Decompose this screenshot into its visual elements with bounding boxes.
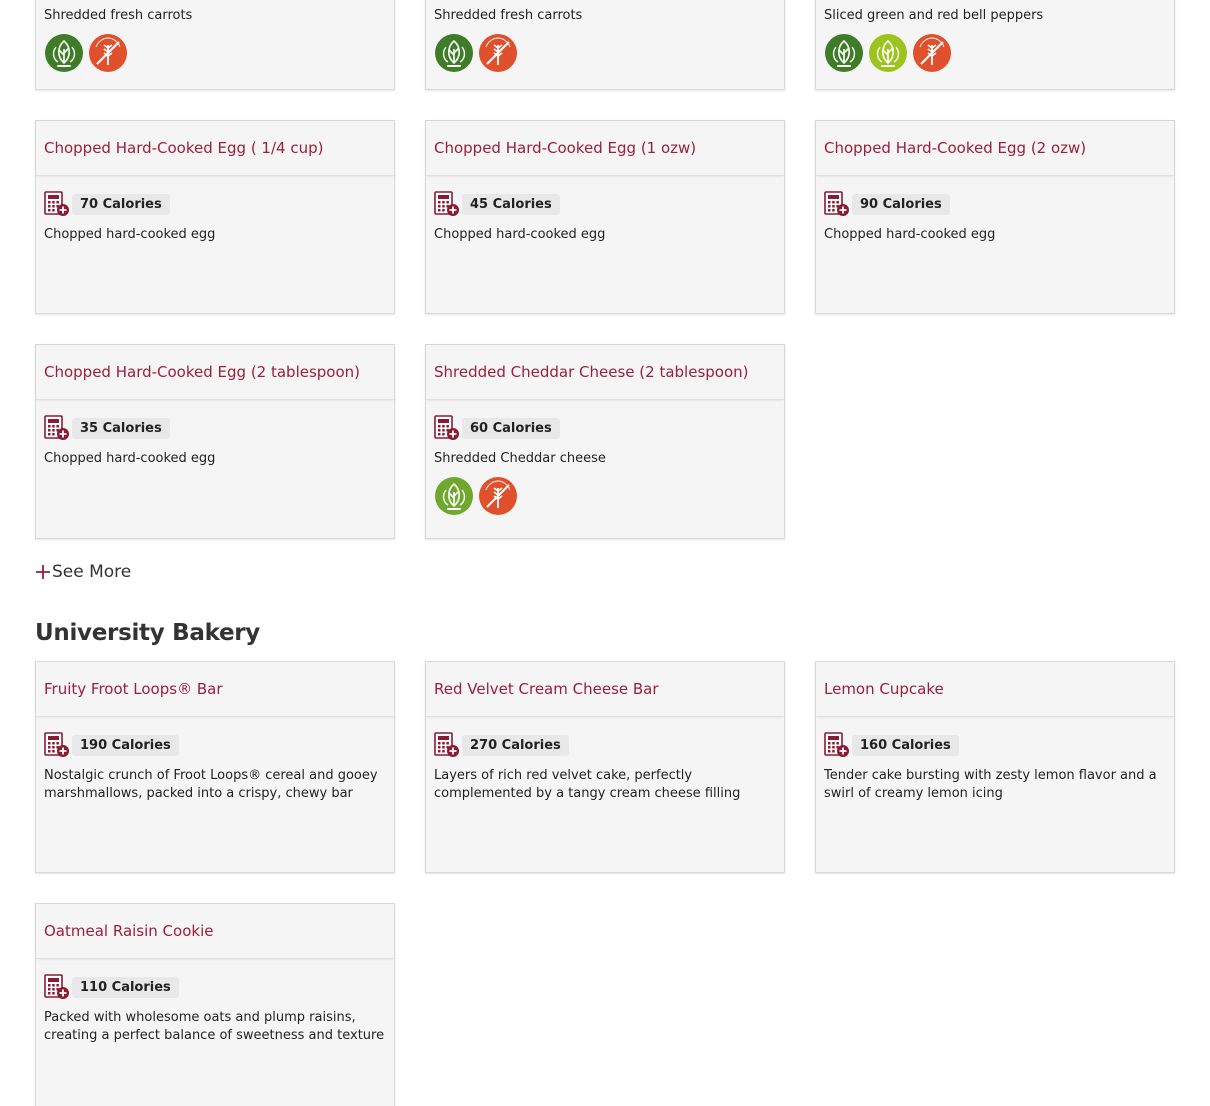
- card-header: Chopped Hard-Cooked Egg ( 1/4 cup): [36, 121, 394, 176]
- menu-item-card: Shredded fresh carrots: [35, 0, 395, 90]
- item-description: Packed with wholesome oats and plump rai…: [44, 1010, 385, 1043]
- card-header: Lemon Cupcake: [816, 662, 1174, 717]
- menu-item-card: Shredded Cheddar Cheese (2 tablespoon) 6…: [425, 344, 785, 539]
- menu-item-card: Oatmeal Raisin Cookie 110 Calories Packe…: [35, 903, 395, 1106]
- add-to-nutrition-calculator-icon[interactable]: [44, 191, 70, 217]
- vegan-icon: [825, 34, 863, 72]
- item-title-link[interactable]: Chopped Hard-Cooked Egg (2 ozw): [824, 139, 1166, 157]
- calories-badge: 110 Calories: [72, 976, 179, 998]
- no-gluten-icon: [478, 33, 518, 73]
- calories-badge: 160 Calories: [852, 734, 959, 756]
- calories-badge: 60 Calories: [462, 417, 560, 439]
- calories-row: 70 Calories: [44, 190, 386, 218]
- item-description: Chopped hard-cooked egg: [434, 227, 606, 242]
- dietary-badges: [44, 33, 386, 73]
- calories-badge: 190 Calories: [72, 734, 179, 756]
- menu-item-card: Lemon Cupcake 160 Calories Tender cake b…: [815, 661, 1175, 873]
- dietary-badges: [824, 33, 1166, 73]
- no-gluten-icon: [912, 33, 952, 73]
- dietary-badges: [434, 476, 776, 516]
- item-description: Shredded fresh carrots: [44, 8, 193, 23]
- vegan-icon: [435, 34, 473, 72]
- item-description: Chopped hard-cooked egg: [44, 227, 216, 242]
- calories-row: 90 Calories: [824, 190, 1166, 218]
- calories-row: 190 Calories: [44, 731, 386, 759]
- card-header: Red Velvet Cream Cheese Bar: [426, 662, 784, 717]
- calories-badge: 45 Calories: [462, 193, 560, 215]
- section-title: University Bakery: [35, 620, 261, 646]
- no-gluten-icon: [88, 33, 128, 73]
- item-title-link[interactable]: Fruity Froot Loops® Bar: [44, 680, 386, 698]
- item-description: Shredded Cheddar cheese: [434, 451, 606, 466]
- add-to-nutrition-calculator-icon[interactable]: [44, 732, 70, 758]
- menu-item-card: Chopped Hard-Cooked Egg (1 ozw) 45 Calor…: [425, 120, 785, 314]
- menu-item-card: Sliced green and red bell peppers: [815, 0, 1175, 90]
- add-to-nutrition-calculator-icon[interactable]: [434, 415, 460, 441]
- dietary-badges: [434, 33, 776, 73]
- calories-row: 160 Calories: [824, 731, 1166, 759]
- calories-badge: 270 Calories: [462, 734, 569, 756]
- add-to-nutrition-calculator-icon[interactable]: [44, 415, 70, 441]
- item-title-link[interactable]: Shredded Cheddar Cheese (2 tablespoon): [434, 363, 776, 381]
- menu-item-card: Chopped Hard-Cooked Egg (2 ozw) 90 Calor…: [815, 120, 1175, 314]
- item-description: Tender cake bursting with zesty lemon fl…: [824, 768, 1157, 801]
- item-title-link[interactable]: Chopped Hard-Cooked Egg (1 ozw): [434, 139, 776, 157]
- item-description: Chopped hard-cooked egg: [824, 227, 996, 242]
- item-title-link[interactable]: Red Velvet Cream Cheese Bar: [434, 680, 776, 698]
- no-gluten-icon: [478, 476, 518, 516]
- item-description: Chopped hard-cooked egg: [44, 451, 216, 466]
- calories-badge: 90 Calories: [852, 193, 950, 215]
- vegan-icon: [45, 34, 83, 72]
- menu-item-card: Chopped Hard-Cooked Egg ( 1/4 cup) 70 Ca…: [35, 120, 395, 314]
- item-title-link[interactable]: Chopped Hard-Cooked Egg ( 1/4 cup): [44, 139, 386, 157]
- item-title-link[interactable]: Chopped Hard-Cooked Egg (2 tablespoon): [44, 363, 386, 381]
- item-description: Shredded fresh carrots: [434, 8, 583, 23]
- item-title-link[interactable]: Oatmeal Raisin Cookie: [44, 922, 386, 940]
- see-more-button[interactable]: See More: [35, 562, 131, 582]
- see-more-label: See More: [52, 562, 132, 582]
- calories-row: 35 Calories: [44, 414, 386, 442]
- plant-forward-icon: [869, 34, 907, 72]
- calories-row: 45 Calories: [434, 190, 776, 218]
- card-header: Chopped Hard-Cooked Egg (1 ozw): [426, 121, 784, 176]
- item-description: Layers of rich red velvet cake, perfectl…: [434, 768, 741, 801]
- card-header: Chopped Hard-Cooked Egg (2 tablespoon): [36, 345, 394, 400]
- calories-row: 110 Calories: [44, 973, 386, 1001]
- calories-row: 270 Calories: [434, 731, 776, 759]
- add-to-nutrition-calculator-icon[interactable]: [824, 732, 850, 758]
- item-description: Nostalgic crunch of Froot Loops® cereal …: [44, 768, 378, 801]
- item-description: Sliced green and red bell peppers: [824, 8, 1044, 23]
- menu-item-card: Chopped Hard-Cooked Egg (2 tablespoon) 3…: [35, 344, 395, 539]
- add-to-nutrition-calculator-icon[interactable]: [824, 191, 850, 217]
- calories-badge: 70 Calories: [72, 193, 170, 215]
- add-to-nutrition-calculator-icon[interactable]: [434, 732, 460, 758]
- card-header: Oatmeal Raisin Cookie: [36, 904, 394, 959]
- menu-item-card: Fruity Froot Loops® Bar 190 Calories Nos…: [35, 661, 395, 873]
- card-header: Chopped Hard-Cooked Egg (2 ozw): [816, 121, 1174, 176]
- card-header: Fruity Froot Loops® Bar: [36, 662, 394, 717]
- add-to-nutrition-calculator-icon[interactable]: [434, 191, 460, 217]
- item-title-link[interactable]: Lemon Cupcake: [824, 680, 1166, 698]
- add-to-nutrition-calculator-icon[interactable]: [44, 974, 70, 1000]
- calories-badge: 35 Calories: [72, 417, 170, 439]
- card-header: Shredded Cheddar Cheese (2 tablespoon): [426, 345, 784, 400]
- menu-item-card: Red Velvet Cream Cheese Bar 270 Calories…: [425, 661, 785, 873]
- menu-item-card: Shredded fresh carrots: [425, 0, 785, 90]
- vegetarian-icon: [435, 477, 473, 515]
- calories-row: 60 Calories: [434, 414, 776, 442]
- plus-icon: [36, 565, 50, 579]
